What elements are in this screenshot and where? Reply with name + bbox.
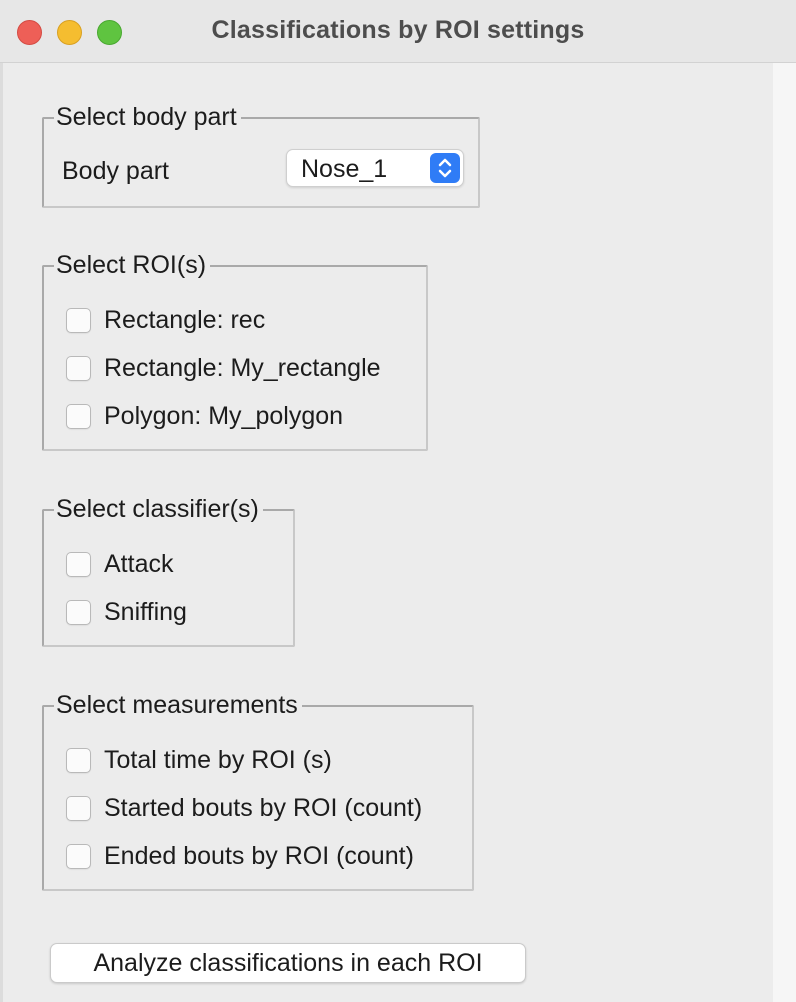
classifier-label-attack: Attack <box>104 549 174 578</box>
roi-legend: Select ROI(s) <box>54 251 211 279</box>
roi-label-my-rectangle: Rectangle: My_rectangle <box>104 353 381 382</box>
body-part-group: Select body part Body part Nose_1 <box>42 103 480 208</box>
title-bar[interactable]: Classifications by ROI settings <box>0 0 796 63</box>
left-window-edge <box>0 63 3 1002</box>
settings-window: Classifications by ROI settings Select b… <box>0 0 796 1002</box>
body-part-label: Body part <box>62 157 170 185</box>
roi-group: Select ROI(s) Rectangle: rec Rectangle: … <box>42 251 428 451</box>
body-part-legend: Select body part <box>54 103 241 131</box>
roi-label-my-polygon: Polygon: My_polygon <box>104 401 344 430</box>
right-window-edge <box>773 63 796 1002</box>
measurement-label-total-time: Total time by ROI (s) <box>104 745 332 774</box>
measurement-label-ended-bouts: Ended bouts by ROI (count) <box>104 841 414 870</box>
roi-checkbox-my-polygon[interactable] <box>66 403 91 429</box>
body-part-select-value: Nose_1 <box>301 155 388 183</box>
roi-option-my-polygon[interactable]: Polygon: My_polygon <box>66 401 343 431</box>
body-part-select[interactable]: Nose_1 <box>286 149 464 187</box>
classifier-option-attack[interactable]: Attack <box>66 549 173 579</box>
measurement-option-ended-bouts[interactable]: Ended bouts by ROI (count) <box>66 841 414 871</box>
measurement-checkbox-total-time[interactable] <box>66 747 91 773</box>
window-title: Classifications by ROI settings <box>211 16 585 44</box>
measurement-legend: Select measurements <box>54 691 302 719</box>
measurement-label-started-bouts: Started bouts by ROI (count) <box>104 793 423 822</box>
measurement-option-started-bouts[interactable]: Started bouts by ROI (count) <box>66 793 422 823</box>
classifier-checkbox-attack[interactable] <box>66 551 91 577</box>
measurement-checkbox-started-bouts[interactable] <box>66 795 91 821</box>
measurement-checkbox-ended-bouts[interactable] <box>66 843 91 869</box>
roi-label-rec: Rectangle: rec <box>104 305 266 334</box>
classifier-checkbox-sniffing[interactable] <box>66 599 91 625</box>
roi-option-rec[interactable]: Rectangle: rec <box>66 305 265 335</box>
roi-checkbox-rec[interactable] <box>66 307 91 333</box>
analyze-classifications-button[interactable]: Analyze classifications in each ROI <box>50 943 526 983</box>
roi-option-my-rectangle[interactable]: Rectangle: My_rectangle <box>66 353 381 383</box>
classifier-label-sniffing: Sniffing <box>104 597 187 626</box>
classifier-group: Select classifier(s) Attack Sniffing <box>42 495 295 647</box>
classifier-legend: Select classifier(s) <box>54 495 263 523</box>
measurement-group: Select measurements Total time by ROI (s… <box>42 691 474 891</box>
roi-checkbox-my-rectangle[interactable] <box>66 355 91 381</box>
up-down-chevron-icon <box>430 153 460 183</box>
classifier-option-sniffing[interactable]: Sniffing <box>66 597 187 627</box>
measurement-option-total-time[interactable]: Total time by ROI (s) <box>66 745 332 775</box>
